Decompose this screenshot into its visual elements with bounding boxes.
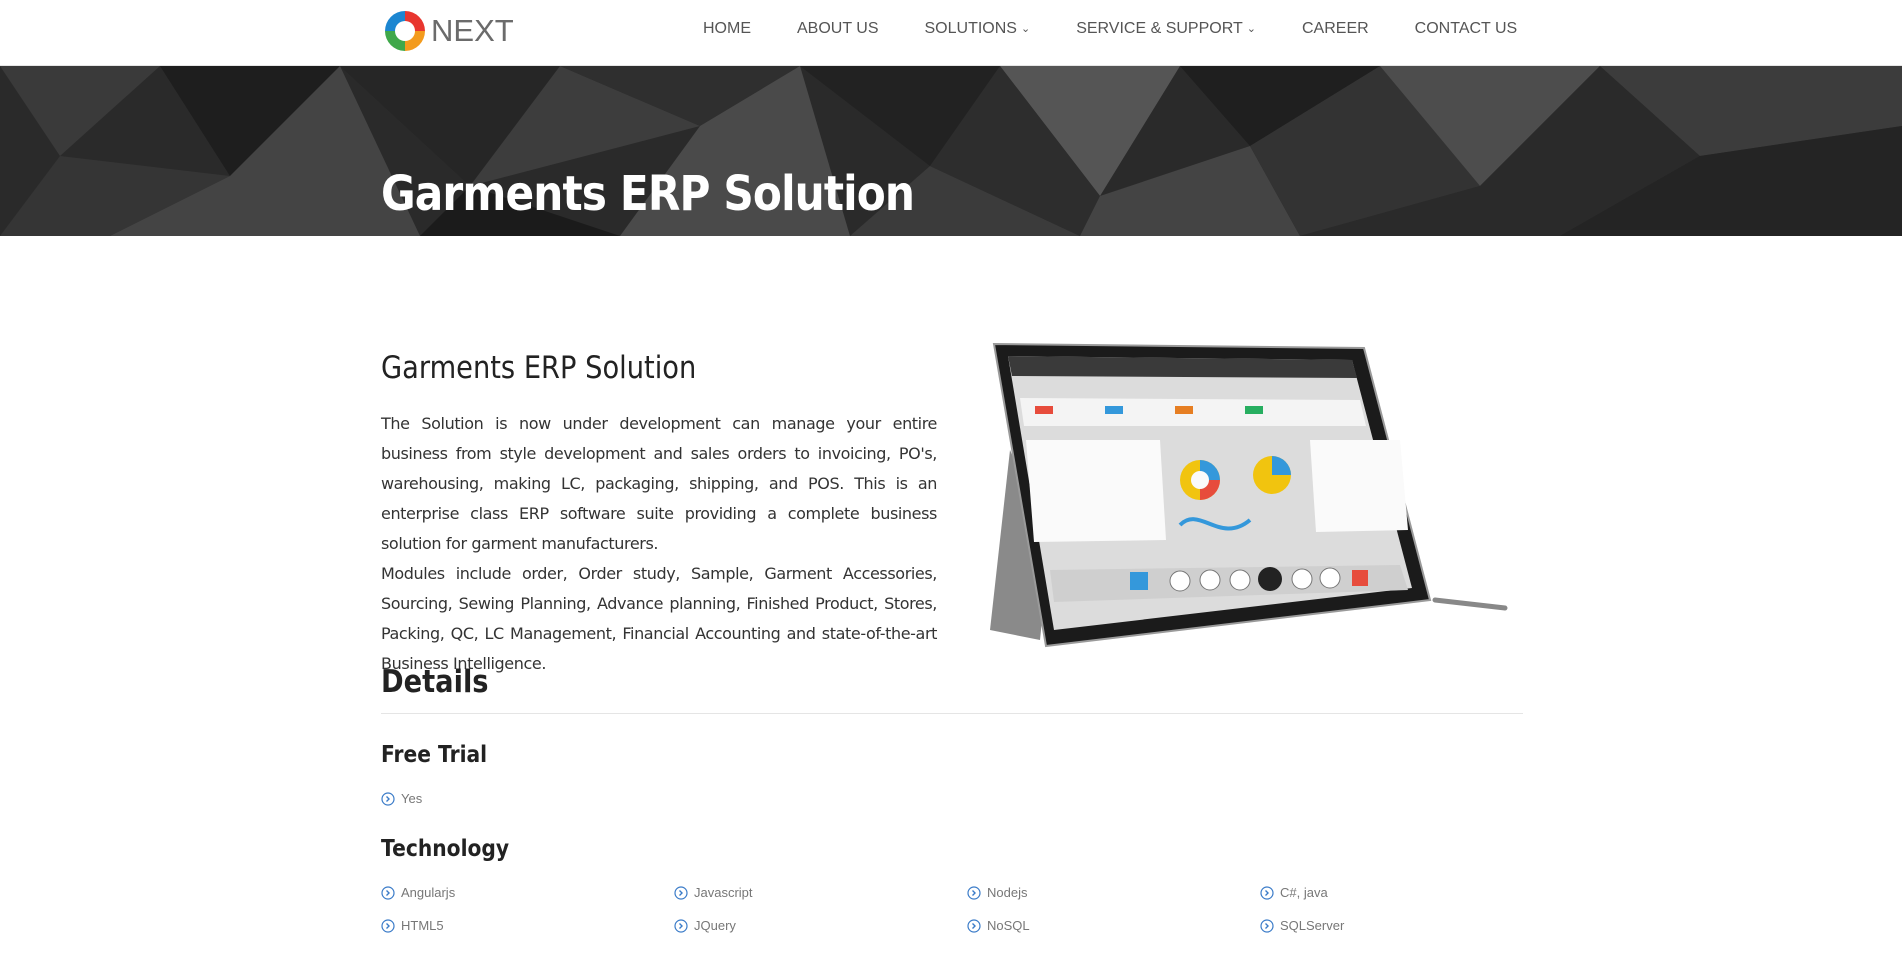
- description-paragraph: The Solution is now under development ca…: [381, 414, 937, 553]
- hero-title: Garments ERP Solution: [381, 166, 915, 222]
- modules-paragraph: Modules include order, Order study, Samp…: [381, 564, 937, 673]
- chevron-down-icon: ⌄: [1246, 22, 1256, 35]
- nav-about-us[interactable]: ABOUT US: [797, 20, 879, 38]
- tech-item: NoSQL: [967, 918, 1030, 933]
- hero-banner: Garments ERP Solution: [0, 66, 1902, 236]
- tech-label: C#, java: [1280, 885, 1328, 900]
- tech-item: Angularjs: [381, 885, 455, 900]
- nav-contact-us-label: CONTACT US: [1414, 20, 1518, 37]
- tech-item: Javascript: [674, 885, 753, 900]
- tech-label: Javascript: [694, 885, 753, 900]
- circle-arrow-right-icon: [1260, 885, 1274, 900]
- tech-label: JQuery: [694, 918, 736, 933]
- nav-home[interactable]: HOME: [703, 20, 751, 38]
- nav-contact-us[interactable]: CONTACT US: [1415, 20, 1518, 38]
- nav-solutions-label: SOLUTIONS: [924, 20, 1017, 37]
- tablet-screenshot-image: [990, 342, 1508, 648]
- circle-arrow-right-icon: [1260, 918, 1274, 933]
- circle-arrow-right-icon: [381, 791, 395, 806]
- circle-arrow-right-icon: [381, 918, 395, 933]
- logo[interactable]: NEXT: [381, 7, 514, 55]
- tech-label: HTML5: [401, 918, 444, 933]
- tech-label: NoSQL: [987, 918, 1030, 933]
- circle-arrow-right-icon: [674, 918, 688, 933]
- tech-label: Nodejs: [987, 885, 1028, 900]
- feature-label: Yes: [401, 791, 423, 806]
- tech-label: SQLServer: [1280, 918, 1345, 933]
- nav-home-label: HOME: [703, 20, 751, 37]
- chevron-down-icon: ⌄: [1020, 22, 1031, 35]
- divider: [381, 713, 1523, 714]
- tech-item: Nodejs: [967, 885, 1027, 900]
- main-nav: HOME ABOUT US SOLUTIONS ⌄ SERVICE & SUPPO…: [703, 20, 1517, 38]
- site-header: NEXT HOME ABOUT US SOLUTIONS ⌄ SERVICE & …: [0, 0, 1902, 66]
- technology-title: Technology: [381, 836, 510, 862]
- nav-career[interactable]: CAREER: [1302, 20, 1369, 38]
- tech-item: HTML5: [381, 918, 444, 933]
- tech-item: C#, java: [1260, 885, 1328, 900]
- nav-about-us-label: ABOUT US: [797, 20, 879, 37]
- circle-arrow-right-icon: [674, 885, 688, 900]
- hero-background-pattern: [0, 66, 1902, 236]
- tech-item: SQLServer: [1260, 918, 1344, 933]
- nav-solutions[interactable]: SOLUTIONS ⌄: [925, 20, 1031, 38]
- free-trial-title: Free Trial: [381, 742, 488, 768]
- logo-text: NEXT: [431, 13, 514, 48]
- logo-icon: [385, 11, 425, 51]
- nav-service-support-label: SERVICE & SUPPORT: [1076, 20, 1243, 37]
- tech-item: JQuery: [674, 918, 736, 933]
- circle-arrow-right-icon: [967, 885, 981, 900]
- circle-arrow-right-icon: [967, 918, 981, 933]
- nav-service-support[interactable]: SERVICE & SUPPORT ⌄: [1076, 20, 1256, 38]
- feature-item: Yes: [381, 791, 422, 806]
- tech-label: Angularjs: [401, 885, 456, 900]
- details-title: Details: [381, 664, 489, 700]
- section-title: Garments ERP Solution: [381, 350, 697, 386]
- circle-arrow-right-icon: [381, 885, 395, 900]
- nav-career-label: CAREER: [1301, 20, 1369, 37]
